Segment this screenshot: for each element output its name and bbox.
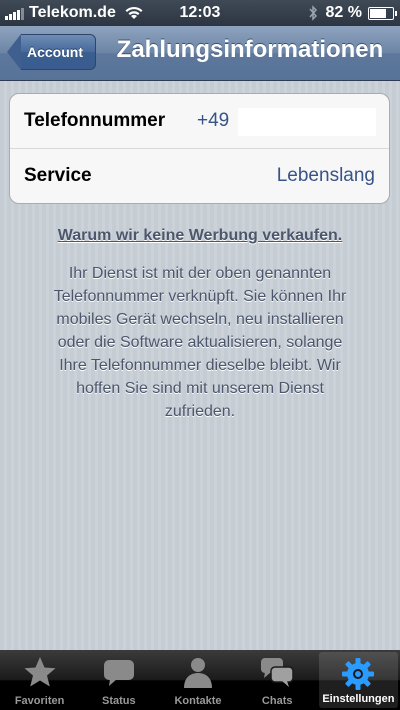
tab-status[interactable]: Status xyxy=(79,650,158,710)
page-title: Zahlungsinformationen xyxy=(116,36,384,63)
row-phone-number[interactable]: Telefonnummer +49 xyxy=(10,94,389,148)
text-line: zufrieden. xyxy=(164,403,236,420)
tab-label: Favoriten xyxy=(14,695,65,707)
tab-favoriten[interactable]: Favoriten xyxy=(0,650,79,710)
back-arrow-icon xyxy=(7,34,21,70)
no-ads-link[interactable]: Warum wir keine Werbung verkaufen. xyxy=(0,227,400,245)
tab-label: Status xyxy=(101,695,136,707)
phone-number-value: +49 xyxy=(197,110,230,131)
status-bar: Telekom.de 12:03 82 % xyxy=(0,0,400,26)
tab-kontakte[interactable]: Kontakte xyxy=(158,650,237,710)
gear-icon xyxy=(342,658,375,690)
text-line: Ihr Dienst ist mit der oben genannten xyxy=(68,265,332,282)
tab-bar: Favoriten Status Kontakte Chats Einstell… xyxy=(0,650,400,710)
person-icon xyxy=(184,658,212,688)
tab-chats[interactable]: Chats xyxy=(238,650,317,710)
back-button[interactable]: Account xyxy=(7,34,96,70)
row-label: Service xyxy=(24,165,92,186)
info-group: Telefonnummer +49 Service Lebenslang xyxy=(9,93,390,204)
speech-bubble-icon xyxy=(103,660,134,686)
row-service[interactable]: Service Lebenslang xyxy=(10,148,389,203)
battery-icon xyxy=(368,6,397,20)
tab-einstellungen[interactable]: Einstellungen xyxy=(318,652,399,708)
row-label: Telefonnummer xyxy=(24,110,166,131)
star-icon xyxy=(24,657,56,687)
content-area: Telefonnummer +49 Service Lebenslang War… xyxy=(0,81,400,650)
navigation-bar: Account Zahlungsinformationen xyxy=(0,26,400,81)
chat-bubbles-icon xyxy=(261,658,294,687)
tab-label: Kontakte xyxy=(174,695,222,707)
battery-percent: 82 % xyxy=(325,4,362,21)
text-line: hoffen Sie sind mit unserem Dienst xyxy=(76,380,324,397)
text-line: mobiles Gerät wechseln, neu installieren xyxy=(56,311,344,328)
text-line: oder die Software aktualisieren, solange xyxy=(57,334,343,351)
explanation-text: Ihr Dienst ist mit der oben genannten Te… xyxy=(20,262,380,423)
battery-fill xyxy=(370,8,387,18)
tab-label: Einstellungen xyxy=(322,693,395,705)
bluetooth-icon xyxy=(308,5,317,21)
text-line: Ihre Telefonnummer dieselbe bleibt. Wir xyxy=(59,357,341,374)
back-button-label: Account xyxy=(21,34,96,70)
status-right: 82 % xyxy=(308,4,397,22)
service-value: Lebenslang xyxy=(276,165,375,186)
text-line: Telefonnummer verknüpft. Sie können Ihr xyxy=(53,288,347,305)
tab-label: Chats xyxy=(261,695,293,707)
redacted-number xyxy=(238,108,376,136)
